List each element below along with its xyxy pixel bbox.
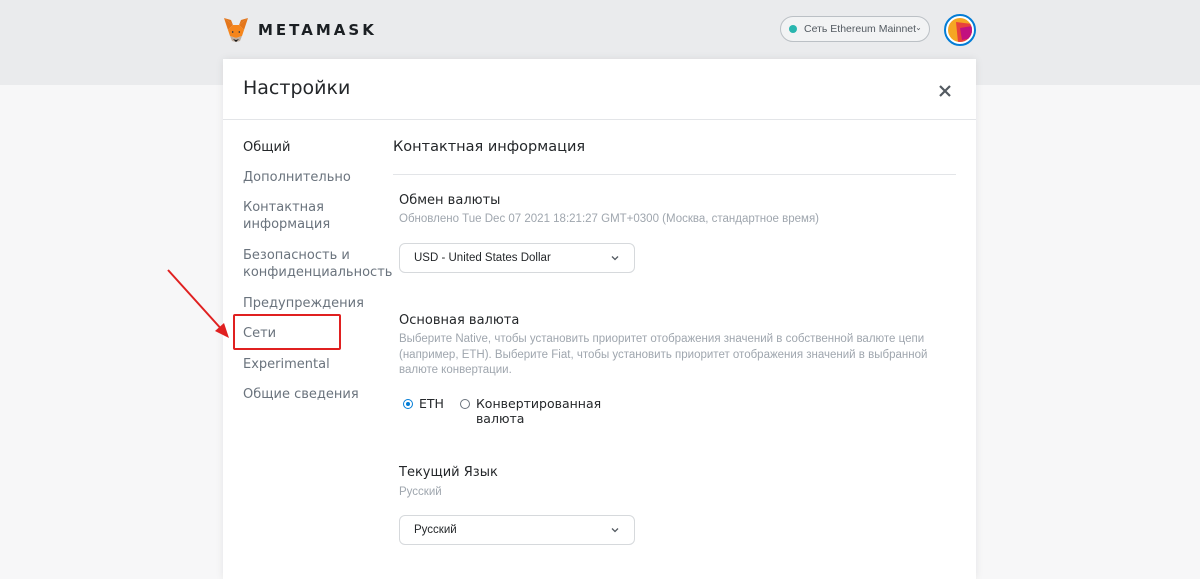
sidebar-item-advanced[interactable]: Дополнительно [243,169,351,186]
language-select[interactable]: Русский [399,515,635,545]
primary-currency-description: Выберите Native, чтобы установить приори… [399,333,928,376]
primary-currency-label: Основная валюта [399,313,520,328]
sidebar-item-about[interactable]: Общие сведения [243,386,359,403]
chevron-down-icon [611,256,619,261]
language-select-value: Русский [414,524,457,536]
chevron-down-icon [916,28,921,31]
close-icon[interactable] [937,83,953,99]
radio-eth-label: ETH [419,396,444,411]
language-label: Текущий Язык [399,465,498,480]
section-title: Контактная информация [393,139,586,155]
section-divider [393,174,956,175]
sidebar-item-general[interactable]: Общий [243,139,290,156]
primary-currency-options: ETH Конвертированная валюта [403,396,622,426]
page-title: Настройки [243,77,351,99]
sidebar-item-alerts[interactable]: Предупреждения [243,295,364,312]
network-selector[interactable]: Сеть Ethereum Mainnet [780,16,930,42]
account-avatar[interactable] [944,14,976,46]
currency-select-value: USD - United States Dollar [414,252,551,264]
radio-eth-indicator [403,399,413,409]
radio-fiat-indicator [459,399,470,409]
sidebar-item-contacts[interactable]: Контактная информация [243,199,343,233]
currency-conversion-label: Обмен валюты [399,193,501,208]
currency-updated-text: Обновлено Tue Dec 07 2021 18:21:27 GMT+0… [399,213,820,225]
identicon-icon [948,18,972,42]
chevron-down-icon [611,528,619,533]
radio-eth[interactable]: ETH [403,396,444,411]
radio-fiat-label: Конвертированная валюта [475,396,602,426]
sidebar-item-security[interactable]: Безопасность и конфиденциальность [243,247,392,281]
annotation-highlight-box [233,314,341,350]
settings-card: Настройки Общий Дополнительно Контактная… [223,59,976,579]
sidebar-item-experimental[interactable]: Experimental [243,356,330,373]
brand-wordmark: METAMASK [258,21,377,39]
settings-header: Настройки [223,59,976,120]
fox-icon [224,18,248,42]
currency-select[interactable]: USD - United States Dollar [399,243,635,273]
metamask-logo[interactable]: METAMASK [222,16,377,44]
network-label: Сеть Ethereum Mainnet [804,23,917,35]
radio-fiat[interactable]: Конвертированная валюта [459,396,606,426]
language-current-text: Русский [399,486,442,498]
network-status-dot [789,25,797,33]
